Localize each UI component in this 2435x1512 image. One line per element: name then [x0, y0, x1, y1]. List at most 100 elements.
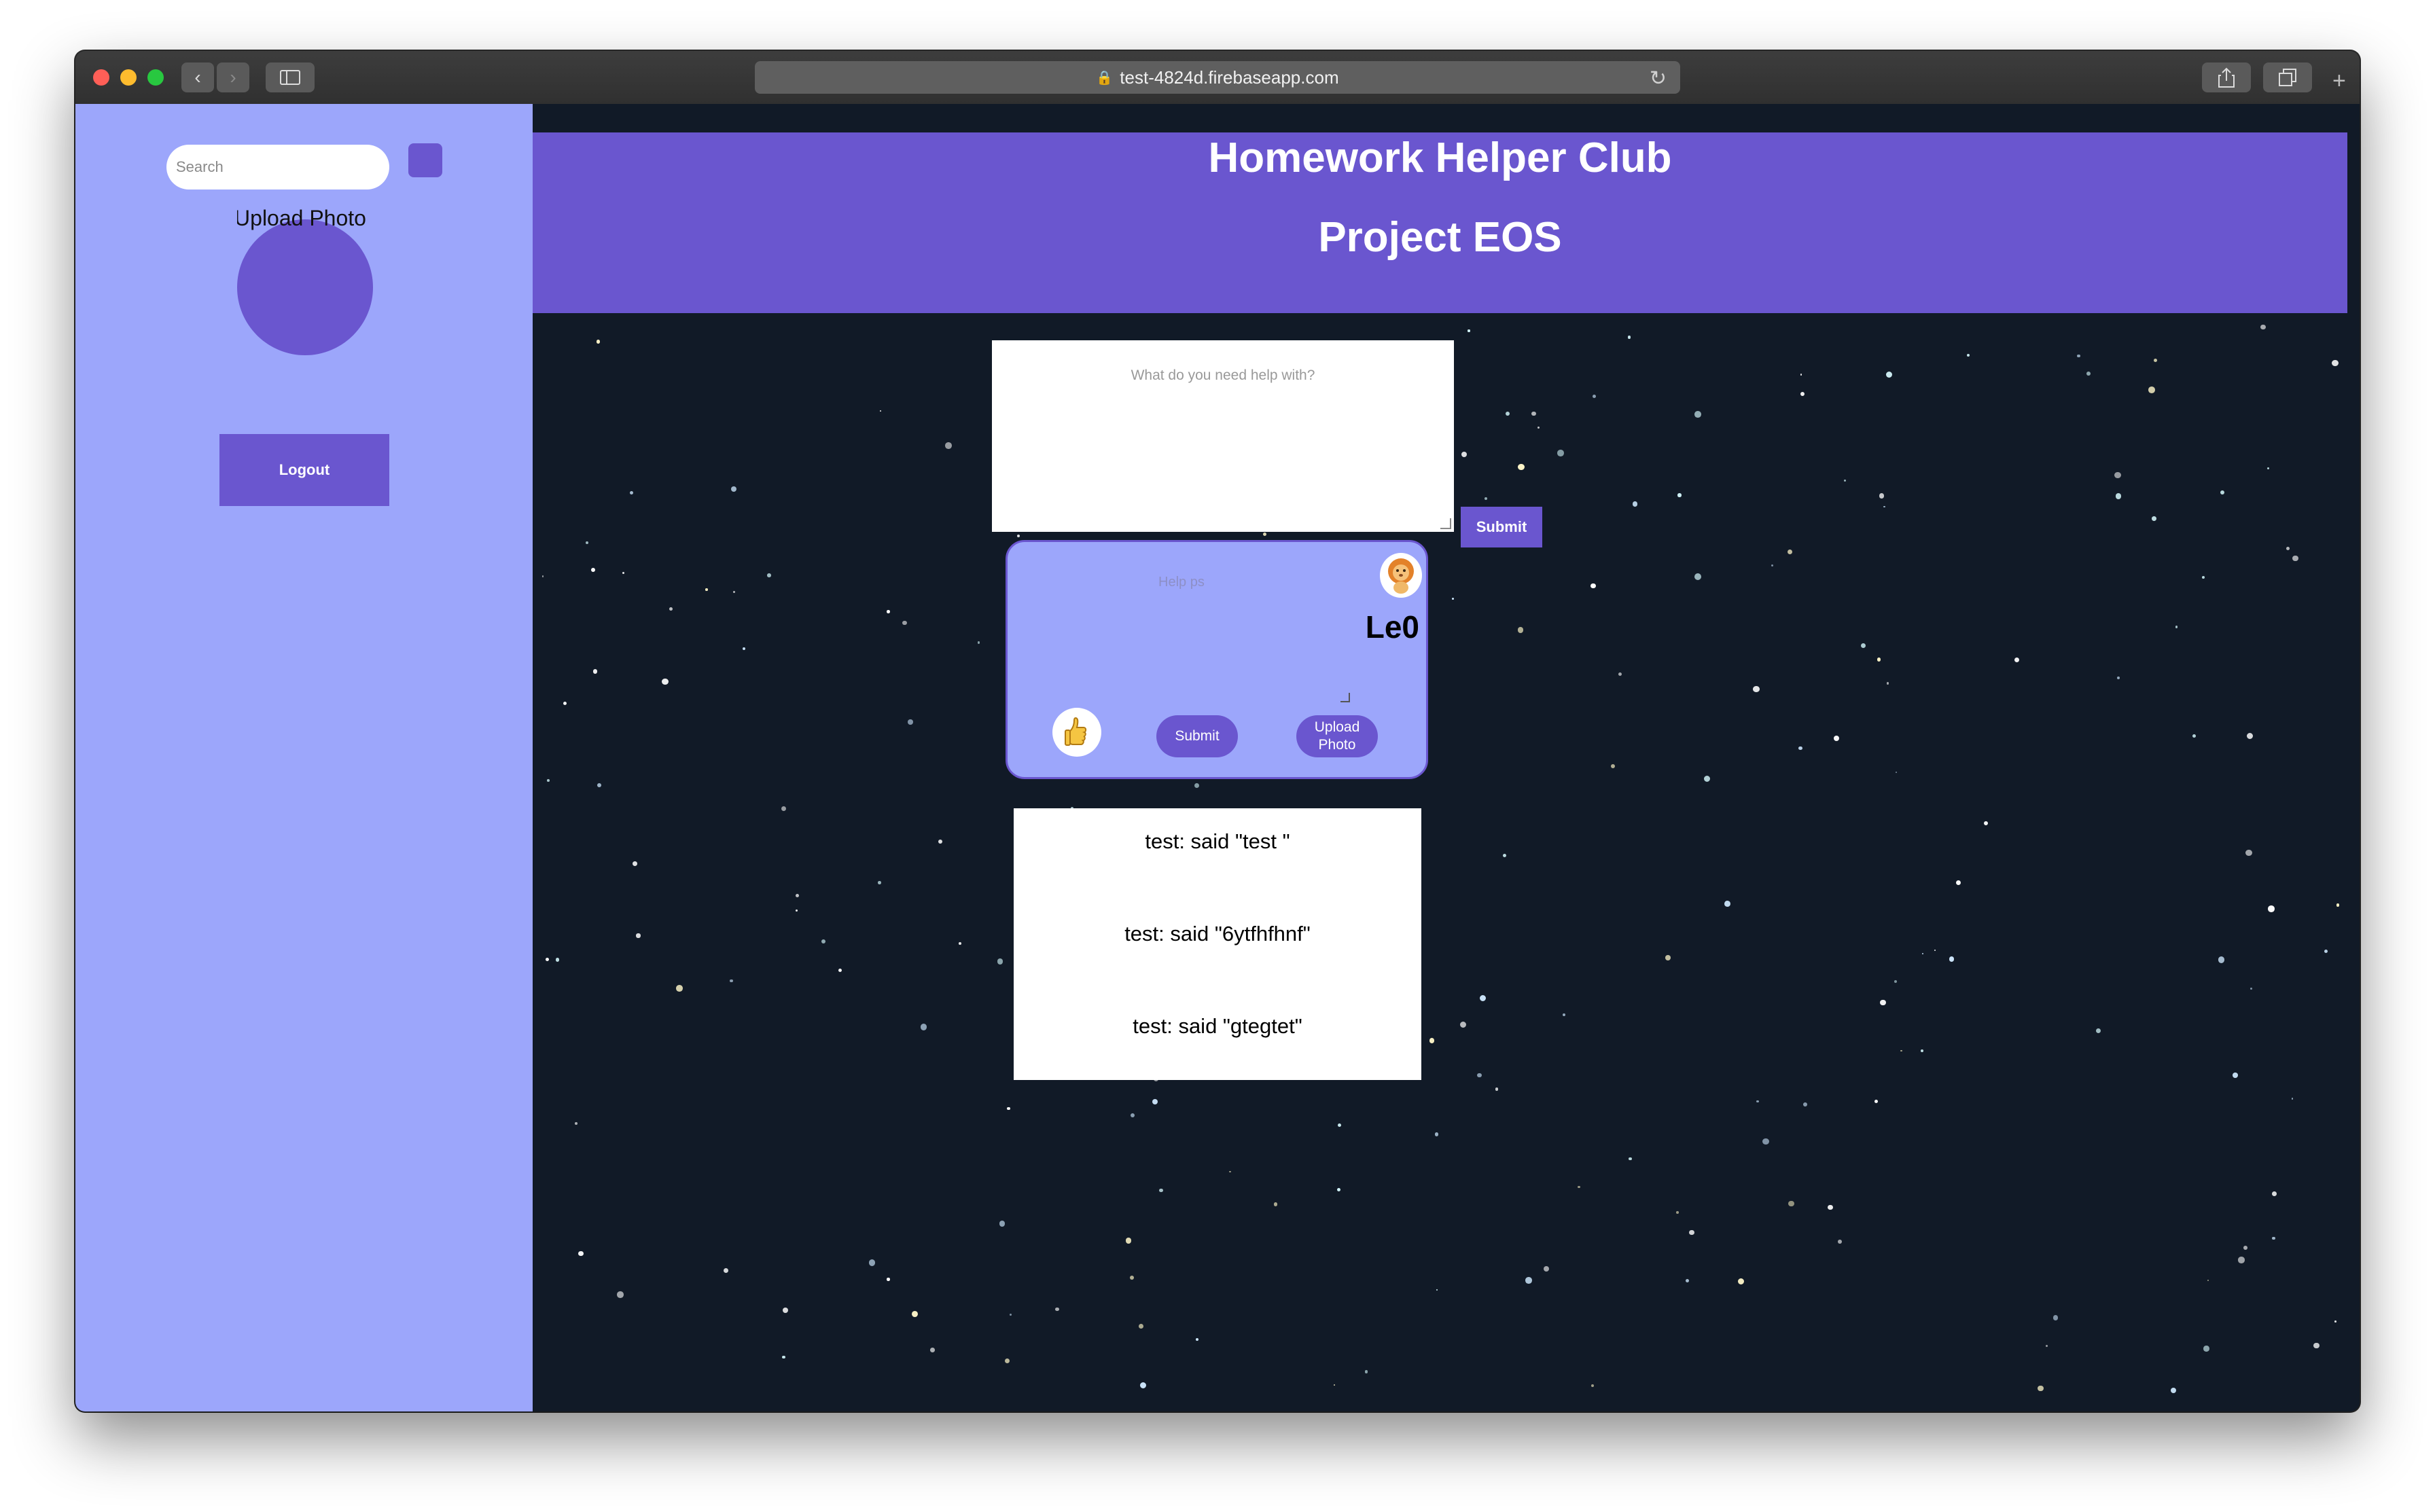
star	[1562, 1013, 1565, 1016]
post-submit-button[interactable]: Submit	[1156, 715, 1238, 757]
star	[1010, 1313, 1012, 1316]
address-bar[interactable]: 🔒 test-4824d.firebaseapp.com ↻	[755, 61, 1680, 94]
browser-toolbar: ‹ › 🔒 test-4824d.firebaseapp.com ↻ +	[75, 51, 2360, 105]
star	[1273, 1202, 1278, 1206]
star	[1900, 1050, 1902, 1052]
star	[2260, 324, 2266, 330]
star	[1949, 956, 1955, 962]
upload-photo-button[interactable]: Upload Photo	[1296, 715, 1378, 757]
star	[945, 442, 952, 449]
lock-icon: 🔒	[1096, 70, 1114, 86]
header-banner: Homework Helper Club Project EOS	[533, 132, 2347, 313]
star	[590, 568, 595, 573]
star	[1484, 497, 1487, 500]
star	[1629, 1157, 1632, 1161]
star	[1860, 643, 1866, 648]
star	[1800, 391, 1805, 396]
star	[782, 1355, 785, 1359]
post-username: Le0	[1365, 609, 1419, 645]
new-tab-button[interactable]: +	[2332, 68, 2346, 94]
star	[1336, 1187, 1341, 1191]
star	[541, 575, 544, 577]
star	[1685, 1278, 1690, 1283]
star	[1610, 764, 1615, 769]
star	[1756, 1100, 1760, 1103]
avatar[interactable]	[237, 219, 373, 355]
star	[1557, 450, 1564, 457]
sidebar: Upload Photo Logout	[75, 104, 533, 1411]
star	[2243, 1246, 2247, 1250]
forward-button[interactable]: ›	[217, 62, 249, 92]
star	[766, 573, 771, 577]
star	[1578, 1185, 1580, 1188]
share-icon	[2218, 67, 2235, 88]
star	[2151, 516, 2156, 521]
search-input[interactable]	[166, 145, 389, 190]
star	[1753, 685, 1760, 693]
star	[742, 647, 746, 650]
star	[1130, 1113, 1135, 1118]
sidebar-toggle-button[interactable]	[266, 62, 315, 92]
star	[2268, 905, 2275, 912]
star	[1129, 1275, 1134, 1280]
maximize-window-button[interactable]	[147, 69, 164, 86]
show-tabs-button[interactable]	[2263, 62, 2312, 92]
thumbs-up-icon[interactable]	[1052, 708, 1101, 757]
star	[1788, 1201, 1794, 1207]
star	[1495, 1087, 1499, 1091]
back-button[interactable]: ‹	[181, 62, 214, 92]
star	[2245, 850, 2252, 857]
star	[633, 861, 638, 866]
list-item: test: said "test "	[1145, 829, 1290, 853]
star	[596, 340, 600, 344]
star	[2332, 359, 2339, 367]
resize-handle-icon[interactable]	[1340, 693, 1350, 702]
star	[2086, 372, 2091, 376]
star	[2313, 1342, 2320, 1349]
star	[731, 486, 737, 492]
reload-icon[interactable]: ↻	[1650, 67, 1667, 90]
search-button[interactable]	[408, 143, 442, 177]
star	[1531, 411, 1536, 416]
star	[2052, 1315, 2059, 1320]
star	[1459, 1021, 1467, 1028]
star	[1877, 657, 1881, 662]
star	[733, 590, 736, 594]
star	[2154, 359, 2158, 363]
star	[1538, 427, 1540, 429]
page-title: Homework Helper Club	[1208, 134, 1672, 181]
star	[1505, 412, 1510, 416]
star	[1883, 505, 1885, 507]
star	[868, 1259, 875, 1266]
close-window-button[interactable]	[93, 69, 109, 86]
star	[1984, 821, 1989, 826]
star	[1461, 452, 1467, 457]
minimize-window-button[interactable]	[120, 69, 137, 86]
star	[617, 1291, 624, 1298]
star	[1665, 954, 1671, 960]
resize-handle-icon[interactable]	[1440, 518, 1451, 529]
share-button[interactable]	[2202, 62, 2251, 92]
star	[1452, 598, 1454, 600]
star	[2324, 949, 2328, 953]
star	[705, 588, 708, 591]
star	[908, 719, 913, 725]
question-submit-button[interactable]: Submit	[1461, 507, 1542, 547]
star	[1125, 1238, 1132, 1244]
star	[597, 783, 601, 788]
star	[1543, 1265, 1550, 1272]
logout-button[interactable]: Logout	[219, 434, 389, 506]
star	[2272, 1236, 2275, 1240]
star	[676, 984, 683, 992]
star	[1724, 900, 1731, 907]
star	[1762, 1138, 1769, 1145]
star	[1525, 1277, 1532, 1284]
star	[662, 678, 669, 685]
star	[930, 1348, 935, 1353]
question-textarea[interactable]: What do you need help with?	[992, 340, 1454, 532]
star	[1894, 980, 1897, 984]
profile-photo-upload[interactable]: Upload Photo	[237, 206, 373, 355]
post-textarea[interactable]: Help ps	[1158, 575, 1205, 590]
star	[575, 1122, 578, 1126]
star	[2218, 956, 2224, 963]
